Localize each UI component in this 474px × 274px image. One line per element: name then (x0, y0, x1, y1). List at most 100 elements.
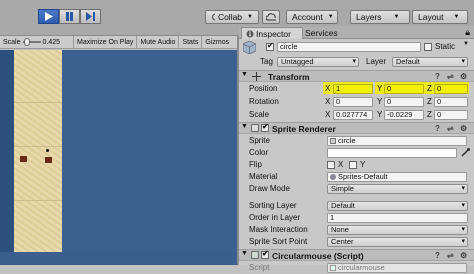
scale-z-field[interactable]: 0 (434, 110, 468, 120)
position-z-label: Z (427, 84, 432, 93)
tile-seam (14, 146, 62, 147)
position-label: Position (249, 84, 278, 93)
sprite-sort-point-dropdown[interactable]: Center (327, 237, 468, 247)
preset-icon[interactable]: ⇌ (447, 251, 454, 260)
sprite-renderer-icon (251, 124, 259, 132)
position-x-field[interactable]: 1 (333, 84, 373, 94)
scale-control[interactable]: Scale 0.425 (0, 35, 74, 49)
tab-inspector[interactable]: Inspector (241, 27, 303, 39)
foldout-arrow-icon[interactable]: ▼ (241, 123, 248, 130)
play-icon (45, 12, 53, 21)
script-row: Script circularmouse (239, 262, 474, 274)
position-z-field[interactable]: 0 (434, 84, 468, 94)
tag-label: Tag (260, 57, 273, 66)
account-dropdown[interactable]: Account ▼ (286, 10, 338, 24)
script-component-title: Circularmouse (Script) (272, 251, 364, 261)
scale-x-label: X (325, 110, 331, 119)
layout-label: Layout (418, 12, 444, 22)
gizmos-label: Gizmos (205, 38, 230, 46)
foldout-arrow-icon[interactable]: ▼ (241, 71, 248, 78)
sprite-renderer-enabled-checkbox[interactable] (261, 122, 269, 132)
play-button[interactable] (38, 9, 59, 24)
object-name-field[interactable]: circle (277, 42, 421, 52)
collab-cloud-icon (212, 13, 215, 21)
sorting-layer-row: Sorting Layer Default (239, 200, 474, 212)
material-field[interactable]: Sprites-Default (327, 172, 467, 182)
active-checkbox[interactable] (266, 41, 274, 51)
help-icon[interactable]: ? (435, 124, 440, 133)
tile-seam (14, 102, 62, 103)
gear-icon[interactable]: ⚙ (460, 251, 467, 260)
chevron-down-icon: ▼ (453, 14, 460, 20)
scale-y-field[interactable]: -0.0229 (384, 110, 424, 120)
scale-slider[interactable] (22, 38, 41, 46)
sprite-asset-icon (330, 138, 336, 145)
sand-column-sprite (14, 50, 62, 252)
mask-interaction-dropdown[interactable]: None (327, 225, 468, 235)
sorting-layer-dropdown[interactable]: Default (327, 201, 468, 211)
gizmos-dropdown[interactable]: Gizmos (202, 36, 232, 49)
step-button[interactable] (80, 9, 101, 24)
mute-label: Mute Audio (140, 38, 176, 46)
scale-slider-knob[interactable] (23, 38, 30, 46)
layers-dropdown[interactable]: Layers ▼ (350, 10, 410, 24)
layer-dropdown[interactable]: Default (392, 57, 468, 67)
game-view-left-edge (0, 50, 14, 265)
mute-audio-toggle[interactable]: Mute Audio (137, 35, 180, 49)
color-swatch[interactable] (327, 148, 457, 158)
maximize-on-play-toggle[interactable]: Maximize On Play (74, 35, 138, 49)
step-icon (86, 12, 95, 21)
tag-layer-row: Tag Untagged Layer Default (239, 56, 474, 68)
draw-mode-row: Draw Mode Simple (239, 183, 474, 195)
chevron-down-icon: ▼ (247, 14, 253, 20)
flip-x-checkbox[interactable] (327, 161, 335, 169)
gameobject-cube-icon (243, 41, 256, 54)
pause-icon (66, 12, 73, 21)
layout-dropdown[interactable]: Layout ▼ (412, 10, 468, 24)
flip-y-checkbox[interactable] (349, 161, 357, 169)
draw-mode-label: Draw Mode (249, 184, 290, 193)
stats-toggle[interactable]: Stats (179, 35, 203, 49)
cloud-button[interactable] (262, 10, 280, 24)
rotation-z-field[interactable]: 0 (434, 97, 468, 107)
sprite-renderer-header[interactable]: ▼ Sprite Renderer ? ⇌ ⚙ (239, 122, 474, 134)
gear-icon[interactable]: ⚙ (460, 72, 467, 81)
scale-y-label: Y (377, 110, 383, 119)
tag-dropdown[interactable]: Untagged (277, 57, 359, 67)
sprite-field[interactable]: circle (327, 136, 467, 146)
tab-services[interactable]: Services (301, 27, 341, 39)
flip-row: Flip X Y (239, 159, 474, 171)
collab-dropdown[interactable]: Collab ▼ (205, 10, 259, 24)
sprite-renderer-title: Sprite Renderer (272, 124, 336, 134)
preset-icon[interactable]: ⇌ (447, 124, 454, 133)
lock-icon[interactable]: 🔒︎ (465, 27, 470, 38)
game-view[interactable] (0, 50, 238, 265)
rotation-y-field[interactable]: 0 (384, 97, 424, 107)
transform-title: Transform (268, 72, 310, 82)
scale-label: Scale (249, 110, 270, 119)
material-label: Material (249, 172, 278, 181)
draw-mode-dropdown[interactable]: Simple (327, 184, 468, 194)
script-asset-icon (330, 265, 336, 272)
rotation-x-field[interactable]: 0 (333, 97, 373, 107)
scale-x-field[interactable]: 0.027774 (333, 110, 373, 120)
gear-icon[interactable]: ⚙ (460, 124, 467, 133)
script-enabled-checkbox[interactable] (261, 249, 269, 259)
inspector-tabs: Inspector Services 🔒︎ (239, 26, 474, 39)
order-in-layer-field[interactable]: 1 (327, 213, 468, 223)
transform-header[interactable]: ▼ Transform ? ⇌ ⚙ (239, 70, 474, 82)
foldout-arrow-icon[interactable]: ▼ (241, 250, 248, 257)
help-icon[interactable]: ? (435, 251, 440, 260)
material-row: Material Sprites-Default (239, 171, 474, 183)
preset-icon[interactable]: ⇌ (447, 72, 454, 81)
tab-services-label: Services (305, 28, 338, 38)
script-component-header[interactable]: ▼ Circularmouse (Script) ? ⇌ ⚙ (239, 249, 474, 261)
position-y-field[interactable]: 0 (384, 84, 424, 94)
account-label: Account (292, 12, 323, 22)
static-checkbox[interactable] (424, 43, 432, 51)
pause-button[interactable] (59, 9, 80, 24)
static-label: Static (435, 42, 456, 51)
help-icon[interactable]: ? (435, 72, 440, 81)
eyedropper-icon[interactable] (461, 148, 470, 157)
static-dropdown-icon[interactable]: ▼ (463, 41, 469, 47)
